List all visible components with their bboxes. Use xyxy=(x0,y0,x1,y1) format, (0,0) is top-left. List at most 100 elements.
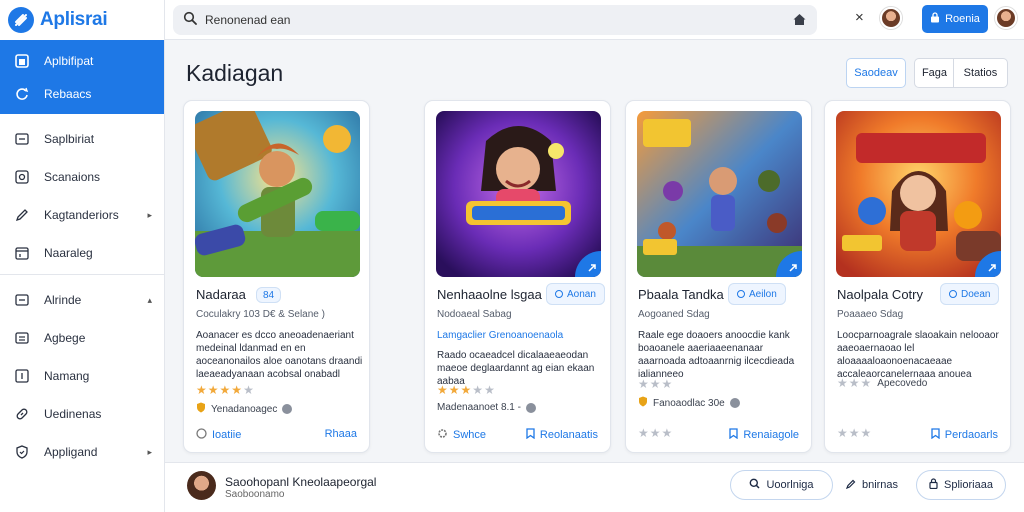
card-action-left[interactable]: Swhce xyxy=(437,428,486,442)
card-action-right[interactable]: Perdaoarls xyxy=(931,428,998,442)
info-icon[interactable] xyxy=(729,398,740,408)
page-button[interactable]: Faga xyxy=(914,58,954,88)
shield-icon xyxy=(14,444,30,460)
sort-button[interactable]: Saodeav xyxy=(846,58,906,88)
sidebar-item-rebaacs[interactable]: Rebaacs xyxy=(0,77,164,110)
sidebar-item-label: Aplbifipat xyxy=(44,53,94,68)
sidebar-item-agbege[interactable]: Agbege xyxy=(0,319,164,357)
status-button[interactable]: Statios xyxy=(953,58,1008,88)
primary-action-button[interactable]: Roenia xyxy=(922,5,988,33)
user-avatar[interactable] xyxy=(880,7,902,29)
clock-icon xyxy=(196,428,207,442)
badge-circle-icon xyxy=(737,290,745,298)
card-badge[interactable]: Aeilon xyxy=(728,283,786,305)
card-thumbnail[interactable] xyxy=(637,111,802,277)
footer-star-rating: ★★★ xyxy=(837,426,873,440)
page-title: Kadiagan xyxy=(186,60,284,86)
edit-action-button[interactable]: bnirnas xyxy=(837,470,907,500)
home-icon[interactable] xyxy=(792,12,807,32)
card-badge[interactable]: Aonan xyxy=(546,283,605,305)
star-empty-icon: ★ xyxy=(638,377,650,391)
app-card[interactable]: Nenhaaolne lsgaa Aonan Nodoaeal Sabag La… xyxy=(424,100,611,453)
sidebar-item-label: Uedinenas xyxy=(44,407,102,421)
card-action-left[interactable]: Ioatiie xyxy=(196,428,241,442)
search-input[interactable] xyxy=(205,13,765,27)
card-description: Raale ege doaoers anoocdie kank boaoanel… xyxy=(638,330,795,380)
card-badge: 84 xyxy=(256,287,282,303)
card-badge[interactable]: Doean xyxy=(940,283,1000,305)
sidebar-item-naaraleg[interactable]: Naaraleg xyxy=(0,234,164,272)
app-card[interactable]: Nadaraa 84 Coculakry 103 D€ & Selane ) A… xyxy=(183,100,370,453)
star-rating: ★★★★★ xyxy=(437,383,496,397)
sidebar-item-uedinenas[interactable]: Uedinenas xyxy=(0,395,164,433)
author-avatar[interactable] xyxy=(187,471,216,500)
card-action-right[interactable]: Rhaaa xyxy=(325,428,357,440)
close-icon[interactable]: × xyxy=(855,9,864,26)
star-rating: ★★★★★ xyxy=(196,383,255,397)
card-subtitle: Poaaaeo Sdag xyxy=(837,309,904,320)
scan-icon xyxy=(14,169,30,185)
grid-icon xyxy=(14,53,30,69)
sidebar-item-kagtanderiors[interactable]: Kagtanderiors ▸ xyxy=(0,196,164,234)
card-action-right[interactable]: Reolanaatis xyxy=(526,428,598,442)
expand-arrow-icon[interactable]: ▸ xyxy=(147,447,152,458)
sidebar-item-label: Rebaacs xyxy=(44,86,92,101)
card-thumbnail[interactable] xyxy=(195,111,360,277)
star-filled-icon: ★ xyxy=(448,383,461,397)
developer-shield-icon xyxy=(196,402,206,416)
badge-circle-icon xyxy=(949,290,957,298)
card-thumbnail[interactable] xyxy=(436,111,601,277)
sidebar-item-alrinde[interactable]: Alrinde ▴ xyxy=(0,281,164,319)
card-subtitle: Nodoaeal Sabag xyxy=(437,309,512,320)
search-action-button[interactable]: Uoorlniga xyxy=(730,470,833,500)
sidebar-active-group: Aplbifipat Rebaacs xyxy=(0,40,164,114)
bookmark-icon xyxy=(729,428,738,442)
profile-avatar[interactable] xyxy=(995,7,1017,29)
star-empty-icon: ★ xyxy=(837,376,849,390)
sidebar-item-namang[interactable]: Namang xyxy=(0,357,164,395)
star-empty-icon: ★ xyxy=(848,376,861,390)
app-card[interactable]: Naolpala Cotry Doean Poaaaeo Sdag Loocpa… xyxy=(824,100,1011,453)
card-action-right[interactable]: Renaiagole xyxy=(729,428,799,442)
sidebar-item-appligand[interactable]: Appligand ▸ xyxy=(0,433,164,471)
star-filled-icon: ★ xyxy=(437,383,449,397)
collapse-arrow-icon[interactable]: ▴ xyxy=(147,295,152,306)
card-title: Nadaraa xyxy=(196,287,246,302)
bookmark-icon xyxy=(931,428,940,442)
sidebar-item-label: Naaraleg xyxy=(44,246,93,260)
sidebar-item-saplbiriat[interactable]: Saplbiriat xyxy=(0,120,164,158)
search-icon xyxy=(183,11,197,30)
sidebar-item-label: Kagtanderiors xyxy=(44,208,119,222)
square-icon xyxy=(14,292,30,308)
expand-arrow-icon[interactable]: ▸ xyxy=(147,210,152,221)
star-empty-icon: ★ xyxy=(243,383,255,397)
info-icon[interactable] xyxy=(282,404,293,414)
sidebar: Aplisrai Aplbifipat Rebaacs Saplbiriat S… xyxy=(0,0,165,512)
split-action-button[interactable]: Splioriaaa xyxy=(916,470,1006,500)
star-empty-icon: ★ xyxy=(661,377,674,391)
app-card[interactable]: Pbaala Tandka Aeilon Aogoaned Sdag Raale… xyxy=(625,100,812,453)
card-thumbnail[interactable] xyxy=(836,111,1001,277)
link-icon xyxy=(14,406,30,422)
card-title: Naolpala Cotry xyxy=(837,287,923,302)
author-subtitle: Saoboonamo xyxy=(225,489,285,500)
pencil-icon xyxy=(845,479,856,492)
star-rating: ★★★ xyxy=(837,376,872,390)
sidebar-item-aplbifipat[interactable]: Aplbifipat xyxy=(0,44,164,77)
card-meta: Fanoaodlac 30e xyxy=(638,396,740,410)
sidebar-item-label: Appligand xyxy=(44,445,98,459)
card-meta: Yenadanoagec xyxy=(196,402,293,416)
card-highlight: Lamgaclier Grenoanoenaola xyxy=(437,330,564,341)
sidebar-item-label: Saplbiriat xyxy=(44,132,95,146)
card-subtitle: Aogoaned Sdag xyxy=(638,309,710,320)
search-bar[interactable] xyxy=(173,5,817,35)
star-filled-icon: ★ xyxy=(231,383,244,397)
badge-circle-icon xyxy=(555,290,563,298)
list-icon xyxy=(14,330,30,346)
card-title: Pbaala Tandka xyxy=(638,287,724,302)
sidebar-item-scanaions[interactable]: Scanaions xyxy=(0,158,164,196)
sidebar-item-label: Agbege xyxy=(44,331,86,345)
sidebar-divider xyxy=(0,274,164,275)
brand[interactable]: Aplisrai xyxy=(0,0,164,40)
info-icon[interactable] xyxy=(525,402,536,413)
